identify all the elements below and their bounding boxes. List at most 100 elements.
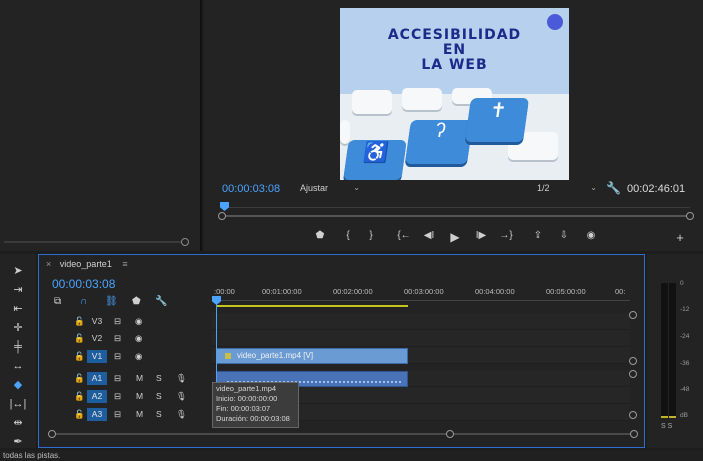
linked-selection-icon[interactable]: ⛓	[105, 296, 118, 307]
mark-out-button[interactable]: }	[366, 230, 376, 244]
microphone-icon[interactable]: 🎙	[176, 390, 187, 403]
video-preview[interactable]: ACCESIBILIDAD EN LA WEB ♿ ʔ ✝	[340, 8, 569, 180]
timeline-settings-wrench-icon[interactable]: 🔧	[155, 296, 167, 307]
lock-icon[interactable]: 🔓	[74, 332, 85, 345]
timeline-current-time[interactable]: 00:00:03:08	[52, 277, 115, 291]
ruler-label: 00:	[615, 287, 626, 296]
video-title: ACCESIBILIDAD EN LA WEB	[340, 28, 569, 73]
add-marker-icon[interactable]: ⬟	[132, 296, 141, 307]
scroll-knob[interactable]	[181, 238, 189, 246]
rolling-edit-tool-icon[interactable]: ╪	[9, 340, 27, 354]
button-editor-add-button[interactable]: +	[674, 230, 686, 245]
track-header-a1: 🔓 A1 ⊟ M S 🎙	[40, 370, 212, 387]
step-forward-button[interactable]: I▶	[474, 230, 488, 244]
lock-icon[interactable]: 🔓	[74, 350, 85, 363]
eye-icon[interactable]: ◉	[135, 332, 142, 345]
tooltip-out: Fin: 00:00:03:07	[216, 404, 271, 413]
eye-icon[interactable]: ◉	[135, 350, 142, 363]
source-scrollbar[interactable]	[4, 238, 189, 246]
pen-tool-icon[interactable]: ✒	[9, 435, 27, 449]
clip-tooltip: video_parte1.mp4 Inicio: 00:00:00:00 Fin…	[212, 382, 299, 428]
solo-button[interactable]: S	[156, 390, 162, 403]
slide-tool-icon[interactable]: ⇹	[9, 416, 27, 430]
zoom-handle-left[interactable]	[218, 212, 226, 220]
video-title-line: ACCESIBILIDAD	[387, 27, 522, 43]
timeline-horizontal-scrollbar[interactable]	[48, 430, 638, 438]
panel-menu-icon[interactable]: ≡	[122, 259, 127, 269]
sync-lock-icon[interactable]: ⊟	[114, 390, 121, 403]
track-select-backward-icon[interactable]: ⇤	[9, 302, 27, 316]
track-name[interactable]: V2	[87, 332, 107, 345]
nest-sequence-icon[interactable]: ⧉	[54, 296, 61, 307]
step-back-button[interactable]: ◀I	[422, 230, 436, 244]
play-button[interactable]: ▶	[448, 230, 462, 244]
track-lane-v3[interactable]	[212, 313, 630, 330]
program-duration: 00:02:46:01	[627, 183, 686, 195]
go-to-out-button[interactable]: →}	[498, 230, 514, 244]
mark-in-button[interactable]: {	[343, 230, 353, 244]
chevron-down-icon: ⌄	[353, 183, 360, 192]
lock-icon[interactable]: 🔓	[74, 315, 85, 328]
sync-lock-icon[interactable]: ⊟	[114, 315, 121, 328]
sync-lock-icon[interactable]: ⊟	[114, 408, 121, 421]
tooltip-name: video_parte1.mp4	[216, 384, 277, 393]
lock-icon[interactable]: 🔓	[74, 408, 85, 421]
close-tab-icon[interactable]: ×	[46, 259, 51, 269]
zoom-handle-right[interactable]	[686, 212, 694, 220]
program-current-time[interactable]: 00:00:03:08	[222, 183, 280, 195]
settings-wrench-icon[interactable]: 🔧	[606, 181, 621, 195]
work-area-bar[interactable]	[216, 305, 408, 307]
track-name[interactable]: A2	[87, 390, 107, 403]
solo-button[interactable]: S	[156, 408, 162, 421]
tools-panel: ➤ ⇥ ⇤ ✛ ╪ ↔ ◆ |↔| ⇹ ✒	[0, 254, 36, 448]
keyboard-image: ♿ ʔ ✝	[340, 88, 569, 180]
slip-tool-icon[interactable]: |↔|	[9, 397, 27, 411]
razor-tool-icon[interactable]: ◆	[9, 378, 27, 392]
solo-button[interactable]: S	[156, 372, 162, 385]
lift-button[interactable]: ⇪	[530, 230, 546, 244]
program-ruler[interactable]	[218, 203, 694, 223]
ripple-edit-tool-icon[interactable]: ✛	[9, 321, 27, 335]
microphone-icon[interactable]: 🎙	[176, 372, 187, 385]
zoom-select[interactable]: Ajustar ⌄	[300, 183, 362, 195]
sync-lock-icon[interactable]: ⊟	[114, 372, 121, 385]
sync-lock-icon[interactable]: ⊟	[114, 350, 121, 363]
track-name[interactable]: A1	[87, 372, 107, 385]
video-scroll-knob[interactable]	[629, 357, 637, 365]
video-scroll-knob[interactable]	[629, 311, 637, 319]
snap-magnet-icon[interactable]: ∩	[80, 296, 87, 307]
track-name[interactable]: V1	[87, 350, 107, 363]
track-select-tool-icon[interactable]: ⇥	[9, 283, 27, 297]
ruler-label: 00:04:00:00	[475, 287, 515, 296]
audio-meter-left	[661, 283, 668, 418]
add-marker-button[interactable]: ⬟	[314, 230, 326, 244]
scroll-handle-left[interactable]	[48, 430, 56, 438]
microphone-icon[interactable]: 🎙	[176, 408, 187, 421]
lock-icon[interactable]: 🔓	[74, 372, 85, 385]
sequence-tab[interactable]: × video_parte1 ≡	[46, 259, 128, 269]
lock-icon[interactable]: 🔓	[74, 390, 85, 403]
track-name[interactable]: V3	[87, 315, 107, 328]
audio-scroll-knob[interactable]	[629, 370, 637, 378]
track-header-a2: 🔓 A2 ⊟ M S 🎙	[40, 388, 212, 405]
meter-solo-buttons[interactable]: S S	[661, 423, 672, 430]
scroll-handle-right[interactable]	[630, 430, 638, 438]
rate-stretch-tool-icon[interactable]: ↔	[9, 359, 27, 373]
sync-lock-icon[interactable]: ⊟	[114, 332, 121, 345]
ruler-ticks	[212, 300, 630, 304]
audio-scroll-knob[interactable]	[629, 411, 637, 419]
go-to-in-button[interactable]: {←	[396, 230, 412, 244]
eye-icon[interactable]: ◉	[135, 315, 142, 328]
resolution-select[interactable]: 1/2 ⌄	[537, 183, 599, 195]
ruler-label: 00:01:00:00	[262, 287, 302, 296]
mute-button[interactable]: M	[136, 372, 143, 385]
mute-button[interactable]: M	[136, 390, 143, 403]
track-name[interactable]: A3	[87, 408, 107, 421]
extract-button[interactable]: ⇩	[556, 230, 572, 244]
video-clip[interactable]: video_parte1.mp4 [V]	[216, 348, 408, 364]
scroll-handle-mid[interactable]	[446, 430, 454, 438]
export-frame-camera-icon[interactable]: ◉	[584, 230, 598, 244]
mute-button[interactable]: M	[136, 408, 143, 421]
track-lane-v2[interactable]	[212, 330, 630, 347]
selection-tool-icon[interactable]: ➤	[9, 264, 27, 278]
